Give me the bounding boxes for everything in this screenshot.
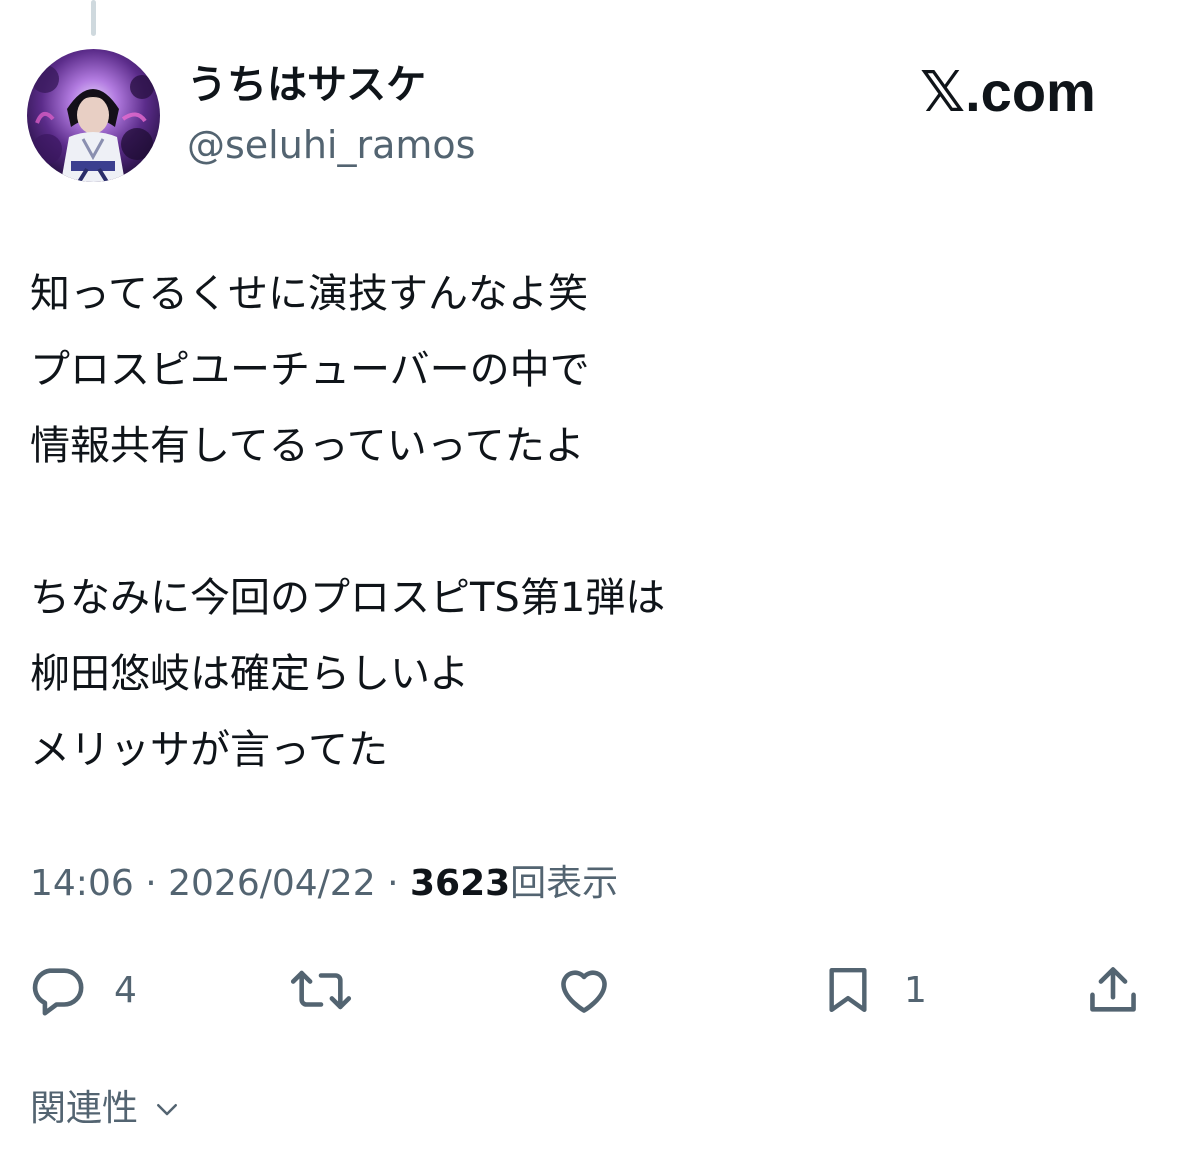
tweet-text: 知ってるくせに演技すんなよ笑 プロスピユーチューバーの中で 情報共有してるってい…: [30, 256, 1150, 788]
views-label: 回表示: [510, 863, 619, 904]
reply-count: 4: [114, 969, 137, 1011]
author-handle[interactable]: @seluhi_ramos: [187, 122, 475, 168]
tweet-line: 情報共有してるっていってたよ: [30, 423, 585, 469]
share-button[interactable]: [1084, 950, 1142, 1030]
meta-separator: ·: [145, 863, 157, 904]
chevron-down-icon: [157, 1104, 178, 1116]
tweet-line: ちなみに今回のプロスピTS第1弾は: [30, 575, 666, 621]
author-info[interactable]: うちはサスケ @seluhi_ramos: [187, 60, 475, 168]
like-button[interactable]: [553, 950, 643, 1030]
site-logo: 𝕏.com: [920, 60, 1096, 123]
share-icon: [1090, 967, 1136, 1012]
tweet-date[interactable]: 2026/04/22: [168, 863, 376, 904]
avatar[interactable]: [27, 49, 160, 182]
thread-connector-line: [91, 0, 96, 36]
tweet-line: メリッサが言ってた: [30, 727, 388, 773]
repost-icon: [290, 970, 352, 1010]
bookmark-icon: [829, 967, 867, 1013]
meta-separator: ·: [387, 863, 399, 904]
author-display-name[interactable]: うちはサスケ: [187, 60, 475, 110]
tweet-line: 柳田悠岐は確定らしいよ: [30, 651, 470, 697]
repost-button[interactable]: [288, 950, 382, 1030]
tweet-metadata: 14:06 · 2026/04/22 · 3623回表示: [30, 858, 618, 910]
views-count: 3623: [409, 863, 511, 904]
like-icon: [561, 970, 607, 1013]
related-label: 関連性: [30, 1088, 139, 1129]
avatar-image: [31, 65, 154, 182]
reply-button[interactable]: 4: [28, 950, 137, 1030]
related-sort-dropdown[interactable]: 関連性: [30, 1084, 182, 1134]
tweet-time[interactable]: 14:06: [30, 863, 134, 904]
bookmark-button[interactable]: 1: [820, 950, 927, 1030]
action-bar: 4 1: [0, 950, 1179, 1030]
tweet-line: 知ってるくせに演技すんなよ笑: [30, 271, 588, 317]
tweet-line: プロスピユーチューバーの中で: [30, 347, 590, 393]
bookmark-count: 1: [904, 969, 927, 1011]
reply-icon: [32, 968, 84, 1016]
